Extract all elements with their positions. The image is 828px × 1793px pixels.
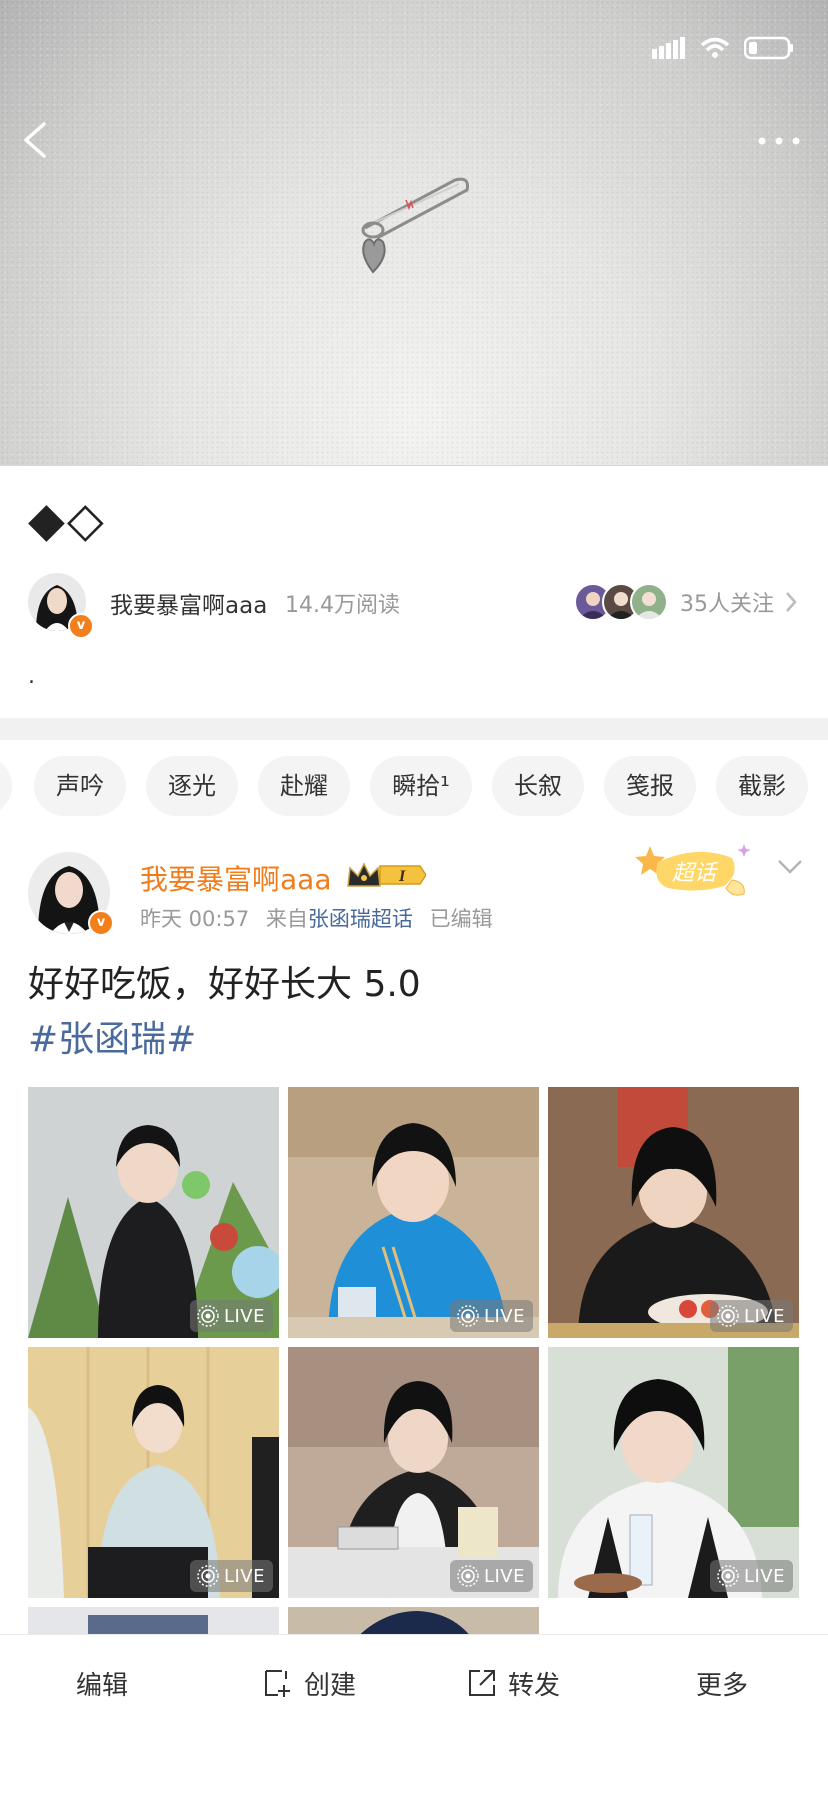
- edit-label: 编辑: [76, 1670, 129, 1701]
- more-options-button[interactable]: [754, 126, 804, 156]
- topic-body: .: [28, 664, 35, 689]
- verified-badge: v: [88, 910, 114, 936]
- live-photo-icon: [717, 1565, 739, 1587]
- photo-thumbnail[interactable]: LIVE: [288, 1347, 539, 1598]
- edit-button[interactable]: 编辑: [76, 1661, 128, 1705]
- more-label: 更多: [696, 1670, 749, 1701]
- photo-thumbnail[interactable]: LIVE: [28, 1347, 279, 1598]
- chaohua-badge-graphic: 超话: [635, 844, 751, 896]
- tag-chip[interactable]: 赴耀: [258, 756, 350, 816]
- owner-name[interactable]: 我要暴富啊aaa: [110, 586, 267, 620]
- live-label: LIVE: [483, 1305, 525, 1327]
- live-badge: LIVE: [709, 1560, 793, 1592]
- post-time: 昨天 00:57: [140, 907, 250, 931]
- live-label: LIVE: [743, 1305, 785, 1327]
- signal-icon: [652, 37, 685, 59]
- topic-title: ◆◇: [28, 492, 106, 548]
- tag-chip[interactable]: 长叙: [492, 756, 584, 816]
- verified-badge: v: [68, 613, 94, 639]
- status-bar: [652, 36, 794, 60]
- post-meta: 昨天 00:57 来自张函瑞超话 已编辑: [140, 903, 493, 933]
- section-divider: [0, 718, 828, 740]
- live-photo-icon: [457, 1305, 479, 1327]
- create-button[interactable]: 创建: [262, 1661, 356, 1705]
- live-label: LIVE: [223, 1565, 265, 1587]
- repost-label: 转发: [508, 1670, 561, 1701]
- read-count: 14.4万阅读: [285, 593, 400, 618]
- live-photo-icon: [197, 1305, 219, 1327]
- tag-bar: 声吟 逐光 赴耀 瞬拾¹ 长叙 笺报 截影: [0, 756, 828, 818]
- more-button[interactable]: 更多: [696, 1661, 748, 1705]
- chevron-left-icon: [24, 122, 46, 158]
- live-badge: LIVE: [449, 1560, 533, 1592]
- photo-thumbnail[interactable]: LIVE: [548, 1087, 799, 1338]
- live-photo-icon: [457, 1565, 479, 1587]
- tag-chip[interactable]: 声吟: [34, 756, 126, 816]
- followers-count: 35人关注: [680, 592, 774, 617]
- tag-chip[interactable]: 瞬拾¹: [370, 756, 472, 816]
- create-label: 创建: [304, 1670, 357, 1701]
- safety-pin-heart-icon: [361, 177, 469, 274]
- live-label: LIVE: [483, 1565, 525, 1587]
- edited-label: 已编辑: [429, 907, 493, 931]
- bottom-toolbar: 编辑 创建 转发 更多: [0, 1634, 828, 1793]
- chaohua-text: 超话: [672, 861, 719, 886]
- from-prefix: 来自: [265, 907, 308, 931]
- repost-button[interactable]: 转发: [466, 1661, 560, 1705]
- followers-link[interactable]: 35人关注: [574, 583, 798, 621]
- photo-thumbnail[interactable]: LIVE: [28, 1087, 279, 1338]
- create-icon: [265, 1670, 290, 1697]
- live-badge: LIVE: [189, 1560, 273, 1592]
- photo-thumbnail[interactable]: LIVE: [288, 1087, 539, 1338]
- live-badge: LIVE: [709, 1300, 793, 1332]
- chaohua-badge[interactable]: 超话: [628, 838, 758, 908]
- live-photo-icon: [717, 1305, 739, 1327]
- post-text: 好好吃饭，好好长大 5.0: [28, 964, 421, 1005]
- tag-chip-hidden[interactable]: [0, 756, 12, 816]
- tag-chip[interactable]: 笺报: [604, 756, 696, 816]
- more-dots-icon: [758, 137, 800, 145]
- supertopic-link[interactable]: 张函瑞超话: [308, 907, 413, 931]
- photo-thumbnail[interactable]: LIVE: [548, 1347, 799, 1598]
- live-badge: LIVE: [189, 1300, 273, 1332]
- back-button[interactable]: [18, 118, 58, 162]
- level-text: I: [398, 868, 406, 885]
- share-icon: [469, 1670, 495, 1696]
- live-label: LIVE: [743, 1565, 785, 1587]
- live-label: LIVE: [223, 1305, 265, 1327]
- topic-cover: [0, 0, 828, 466]
- live-badge: LIVE: [449, 1300, 533, 1332]
- fan-level-badge: I: [347, 862, 426, 887]
- chevron-down-icon[interactable]: [776, 858, 804, 876]
- wifi-icon: [700, 37, 730, 58]
- tag-chip[interactable]: 截影: [716, 756, 808, 816]
- live-photo-icon: [197, 1565, 219, 1587]
- battery-icon: [744, 36, 793, 60]
- chevron-right-icon: [786, 592, 797, 612]
- tag-chip[interactable]: 逐光: [146, 756, 238, 816]
- post-hashtag[interactable]: #张函瑞#: [28, 1010, 196, 1062]
- follower-avatar: [630, 583, 668, 621]
- post-author-name[interactable]: 我要暴富啊aaa: [140, 858, 331, 898]
